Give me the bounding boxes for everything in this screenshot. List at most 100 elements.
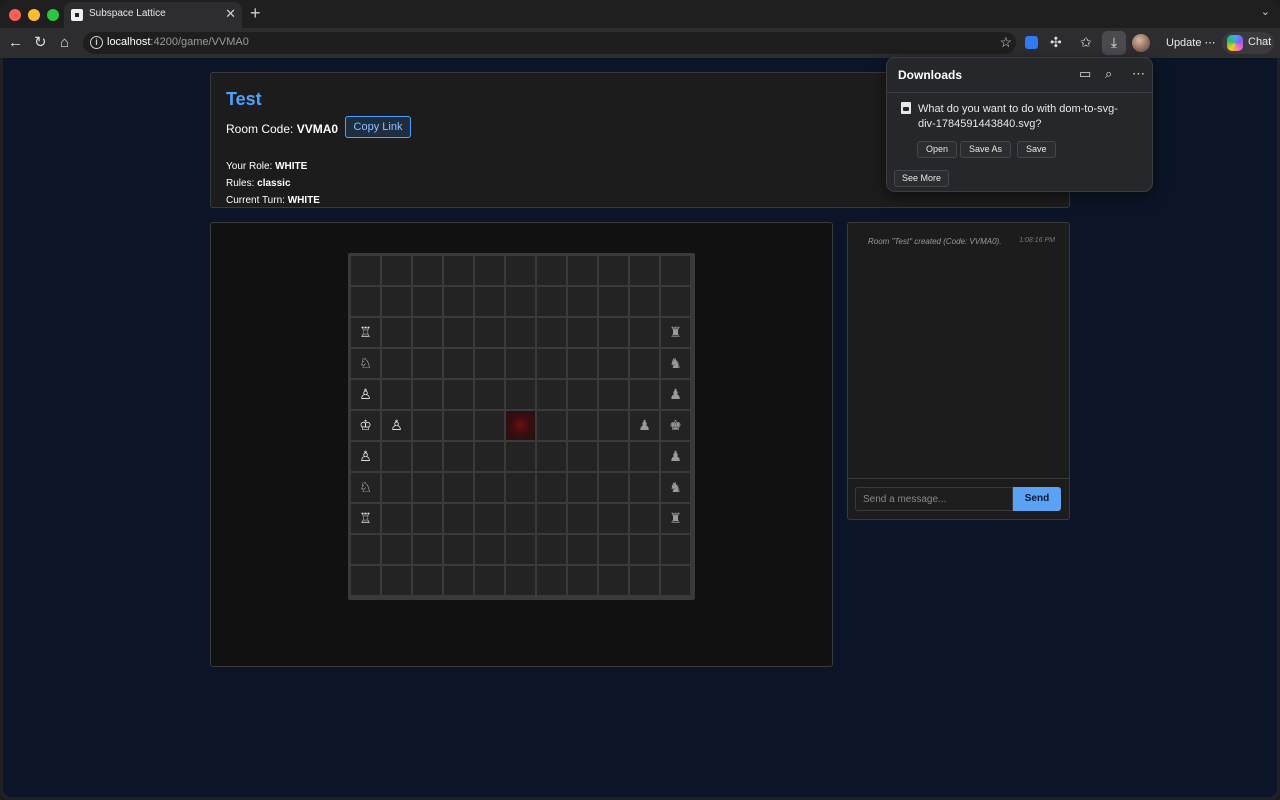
board-cell[interactable] xyxy=(475,411,504,440)
board-cell[interactable] xyxy=(382,380,411,409)
board-cell[interactable] xyxy=(537,287,566,316)
board-cell[interactable] xyxy=(444,318,473,347)
board-cell[interactable] xyxy=(475,473,504,502)
board-cell[interactable] xyxy=(661,287,690,316)
board-cell[interactable] xyxy=(568,411,597,440)
board-cell[interactable] xyxy=(599,473,628,502)
board-cell[interactable] xyxy=(475,535,504,564)
url-text[interactable]: localhost:4200/game/VVMA0 xyxy=(107,36,249,48)
board-cell[interactable] xyxy=(444,535,473,564)
home-icon[interactable]: ⌂ xyxy=(60,34,69,52)
black-knight-icon[interactable]: ♞ xyxy=(669,479,682,495)
board-cell[interactable] xyxy=(537,318,566,347)
white-pawn-icon[interactable]: ♙ xyxy=(359,448,372,464)
board-cell[interactable] xyxy=(568,473,597,502)
board-cell[interactable] xyxy=(630,318,659,347)
more-icon[interactable]: ⋯ xyxy=(1132,66,1145,82)
board-cell[interactable] xyxy=(568,442,597,471)
close-window-button[interactable] xyxy=(9,9,21,21)
board-cell[interactable] xyxy=(382,256,411,285)
white-pawn-icon[interactable]: ♙ xyxy=(390,417,403,433)
board-cell[interactable] xyxy=(568,256,597,285)
board-cell[interactable] xyxy=(475,504,504,533)
board-cell[interactable]: ♙ xyxy=(351,380,380,409)
white-pawn-icon[interactable]: ♙ xyxy=(359,386,372,402)
board-cell[interactable] xyxy=(599,535,628,564)
board-cell[interactable] xyxy=(382,504,411,533)
board-cell[interactable] xyxy=(630,442,659,471)
board-cell[interactable]: ♜ xyxy=(661,318,690,347)
board-cell[interactable] xyxy=(475,380,504,409)
board-cell[interactable] xyxy=(568,349,597,378)
board-cell[interactable] xyxy=(506,504,535,533)
black-king-icon[interactable]: ♚ xyxy=(669,417,682,433)
board-cell[interactable] xyxy=(568,287,597,316)
board-cell[interactable] xyxy=(537,256,566,285)
send-button[interactable]: Send xyxy=(1013,487,1061,511)
board-cell[interactable] xyxy=(506,287,535,316)
board-cell[interactable] xyxy=(568,566,597,595)
board-cell[interactable] xyxy=(506,442,535,471)
board-cell[interactable] xyxy=(382,442,411,471)
chevron-down-icon[interactable]: ⌄ xyxy=(1261,5,1270,18)
board-cell[interactable] xyxy=(413,411,442,440)
board-cell[interactable] xyxy=(475,287,504,316)
minimize-window-button[interactable] xyxy=(28,9,40,21)
save-button[interactable]: Save xyxy=(1017,141,1056,158)
white-knight-icon[interactable]: ♘ xyxy=(359,355,372,371)
board-cell[interactable] xyxy=(413,287,442,316)
board-cell[interactable] xyxy=(506,566,535,595)
board-cell[interactable] xyxy=(661,535,690,564)
board-cell[interactable]: ♘ xyxy=(351,349,380,378)
board-cell[interactable] xyxy=(630,504,659,533)
favorites-icon[interactable]: ✩ xyxy=(1080,34,1092,51)
chat-message-input[interactable]: Send a message... xyxy=(855,487,1013,511)
board-cell[interactable] xyxy=(444,566,473,595)
avatar[interactable] xyxy=(1132,34,1150,52)
board-cell[interactable] xyxy=(599,349,628,378)
save-as-button[interactable]: Save As xyxy=(960,141,1012,158)
board-cell[interactable] xyxy=(599,504,628,533)
board-cell[interactable] xyxy=(630,535,659,564)
board-cell[interactable] xyxy=(506,256,535,285)
board-cell[interactable] xyxy=(599,566,628,595)
browser-tab[interactable]: Subspace Lattice ✕ xyxy=(64,2,242,28)
board-cell[interactable] xyxy=(351,287,380,316)
reload-icon[interactable]: ↻ xyxy=(34,34,47,52)
board-cell[interactable] xyxy=(382,535,411,564)
board-cell[interactable] xyxy=(444,380,473,409)
open-button[interactable]: Open xyxy=(917,141,958,158)
board-cell[interactable] xyxy=(444,287,473,316)
board-cell[interactable] xyxy=(382,566,411,595)
board-cell[interactable] xyxy=(382,318,411,347)
board-cell[interactable] xyxy=(382,473,411,502)
board-cell[interactable] xyxy=(599,380,628,409)
board-cell[interactable] xyxy=(382,349,411,378)
board-cell[interactable] xyxy=(413,256,442,285)
board-cell[interactable] xyxy=(413,473,442,502)
board-cell[interactable] xyxy=(568,318,597,347)
board-cell[interactable] xyxy=(413,566,442,595)
black-pawn-icon[interactable]: ♟ xyxy=(669,448,682,464)
board-cell[interactable] xyxy=(413,504,442,533)
board-cell[interactable]: ♙ xyxy=(382,411,411,440)
board-cell[interactable] xyxy=(413,380,442,409)
board-cell[interactable] xyxy=(413,442,442,471)
star-icon[interactable]: ☆ xyxy=(999,34,1012,51)
board-cell[interactable] xyxy=(351,256,380,285)
black-pawn-icon[interactable]: ♟ xyxy=(638,417,651,433)
update-button[interactable]: Update ⋯ xyxy=(1158,33,1224,53)
black-pawn-icon[interactable]: ♟ xyxy=(669,386,682,402)
board-cell[interactable] xyxy=(537,349,566,378)
board-cell[interactable] xyxy=(444,473,473,502)
board-cell[interactable] xyxy=(475,318,504,347)
close-tab-icon[interactable]: ✕ xyxy=(225,6,236,22)
board-cell[interactable] xyxy=(444,256,473,285)
board-cell[interactable]: ♜ xyxy=(661,504,690,533)
board-cell[interactable] xyxy=(630,473,659,502)
board-cell[interactable] xyxy=(351,566,380,595)
arrow-left-icon[interactable]: ← xyxy=(8,34,23,52)
download-icon[interactable]: ⤓ xyxy=(1102,31,1126,55)
folder-icon[interactable]: ▭ xyxy=(1079,66,1091,82)
board-cell[interactable] xyxy=(630,256,659,285)
